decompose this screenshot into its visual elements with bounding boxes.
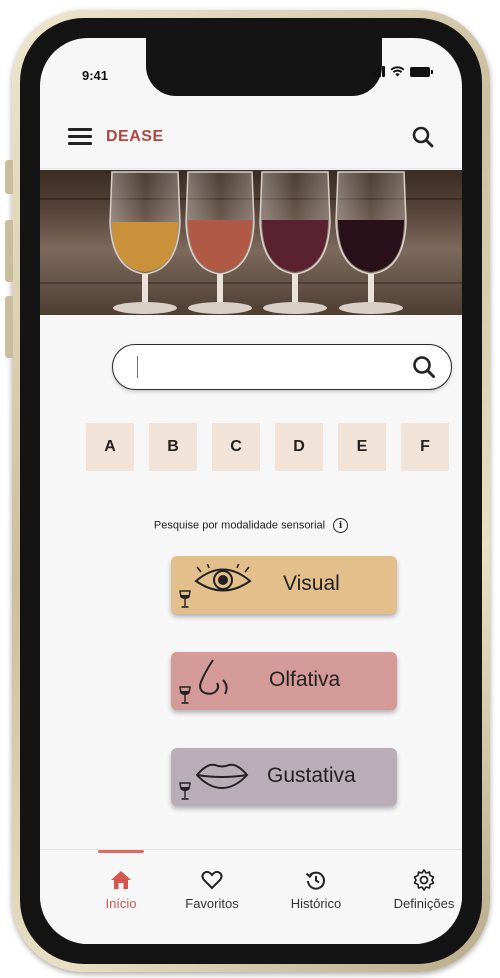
tab-favoritos[interactable]: Favoritos (162, 868, 262, 911)
tab-favoritos-label: Favoritos (185, 896, 239, 911)
search-icon[interactable] (410, 124, 436, 150)
status-time: 9:41 (82, 68, 109, 83)
tab-inicio[interactable]: Início (71, 868, 171, 911)
text-cursor (137, 356, 138, 378)
wine-glass-icon (179, 590, 191, 608)
home-icon (111, 871, 131, 889)
info-icon[interactable]: i (333, 518, 349, 533)
heart-icon (201, 870, 223, 890)
app-bar: DEASE (40, 108, 462, 169)
tab-historico-label: Histórico (290, 896, 342, 911)
history-icon (305, 871, 325, 890)
wine-glass-3 (259, 171, 331, 314)
battery-icon (410, 66, 433, 77)
search-input[interactable] (133, 353, 407, 381)
search-field[interactable] (112, 344, 452, 390)
screen: 9:41 DEASE A B C D E F Pesquise por moda… (40, 38, 462, 944)
active-tab-indicator (98, 850, 144, 853)
wine-glass-1 (109, 171, 181, 314)
letter-button-b[interactable]: B (149, 423, 197, 471)
volume-down-button (5, 296, 13, 358)
visual-label: Visual (283, 572, 340, 595)
sensory-search-label: Pesquise por modalidade sensorial i (40, 518, 462, 533)
letter-button-e[interactable]: E (338, 423, 386, 471)
phone-frame: 9:41 DEASE A B C D E F Pesquise por moda… (5, 10, 490, 972)
letter-button-f[interactable]: F (401, 423, 449, 471)
phone-bezel: 9:41 DEASE A B C D E F Pesquise por moda… (20, 18, 482, 964)
wine-glass-2 (185, 171, 255, 314)
menu-icon[interactable] (68, 128, 92, 148)
tab-definicoes-label: Definições (393, 896, 455, 911)
wifi-icon (390, 66, 405, 77)
nose-icon (199, 659, 228, 695)
alphabet-filter: A B C D E F G (86, 423, 462, 471)
gustatory-button[interactable]: Gustativa (171, 748, 397, 806)
search-icon[interactable] (411, 354, 437, 380)
wine-glass-4 (335, 171, 407, 314)
settings-icon (413, 869, 435, 891)
visual-button[interactable]: Visual (171, 556, 397, 614)
app-title: DEASE (106, 128, 164, 145)
eye-icon (194, 564, 252, 592)
status-icons (368, 66, 433, 77)
olfactory-label: Olfativa (269, 668, 341, 691)
wine-glass-icon (179, 782, 191, 800)
notch (146, 38, 382, 96)
lips-icon (195, 763, 249, 790)
letter-button-a[interactable]: A (86, 423, 134, 471)
tab-definicoes[interactable]: Definições (374, 868, 462, 911)
letter-button-c[interactable]: C (212, 423, 260, 471)
tab-bar: Início Favoritos Histórico Definições (40, 849, 462, 944)
olfactory-button[interactable]: Olfativa (171, 652, 397, 710)
volume-up-button (5, 220, 13, 282)
mute-switch (5, 160, 13, 194)
signal-icon (368, 66, 385, 77)
gustatory-label: Gustativa (267, 764, 356, 787)
letter-button-d[interactable]: D (275, 423, 323, 471)
tab-historico[interactable]: Histórico (266, 868, 366, 911)
hero-wine-glasses-image (40, 170, 462, 315)
tab-inicio-label: Início (105, 896, 137, 911)
wine-glass-icon (179, 686, 191, 704)
